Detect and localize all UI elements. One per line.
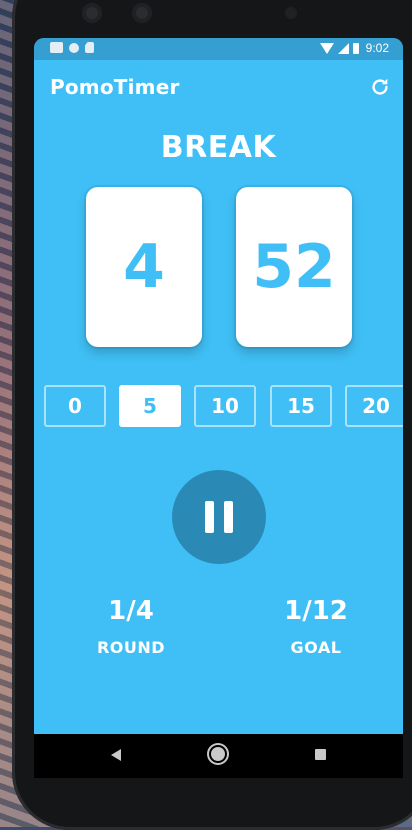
- status-bar: 9:02: [34, 38, 403, 60]
- goal-stat: 1/12 GOAL: [246, 596, 386, 657]
- round-stat: 1/4 ROUND: [61, 596, 201, 657]
- minutes-value: 4: [123, 232, 165, 302]
- back-icon[interactable]: [111, 749, 121, 761]
- goal-value: 1/12: [284, 596, 348, 626]
- duration-option-5[interactable]: 5: [119, 385, 181, 427]
- refresh-icon[interactable]: [369, 76, 391, 98]
- battery-icon: [352, 42, 359, 54]
- duration-option-10[interactable]: 10: [194, 385, 256, 427]
- minutes-card: 4: [86, 187, 202, 347]
- app-bar: PomoTimer: [34, 60, 403, 114]
- cell-signal-icon: [337, 42, 349, 54]
- proximity-sensor-icon: [285, 7, 297, 19]
- goal-label: GOAL: [290, 638, 342, 657]
- round-label: ROUND: [96, 638, 166, 657]
- duration-option-15[interactable]: 15: [270, 385, 332, 427]
- pause-button[interactable]: [172, 470, 266, 564]
- recents-icon[interactable]: [315, 749, 326, 760]
- duration-option-20[interactable]: 20: [345, 385, 403, 427]
- sensor-icon: [132, 3, 152, 23]
- gmail-icon: [50, 42, 63, 53]
- seconds-value: 52: [252, 232, 336, 302]
- system-nav-bar: [34, 734, 403, 778]
- notification-dot-icon: [69, 42, 79, 53]
- wifi-icon: [319, 42, 334, 54]
- pause-icon: [224, 501, 233, 533]
- app-screen: 9:02 PomoTimer BREAK 4 52 0 5 10 15 20 1…: [34, 38, 403, 778]
- duration-selector: 0 5 10 15 20: [44, 385, 403, 431]
- home-icon[interactable]: [211, 747, 225, 761]
- timer-mode-label: BREAK: [160, 130, 277, 165]
- round-value: 1/4: [108, 596, 154, 626]
- duration-option-0[interactable]: 0: [44, 385, 106, 427]
- pause-icon: [205, 501, 214, 533]
- seconds-card: 52: [236, 187, 352, 347]
- front-camera-icon: [82, 3, 102, 23]
- sd-card-icon: [85, 42, 94, 53]
- app-title: PomoTimer: [50, 75, 180, 99]
- status-time: 9:02: [365, 41, 389, 55]
